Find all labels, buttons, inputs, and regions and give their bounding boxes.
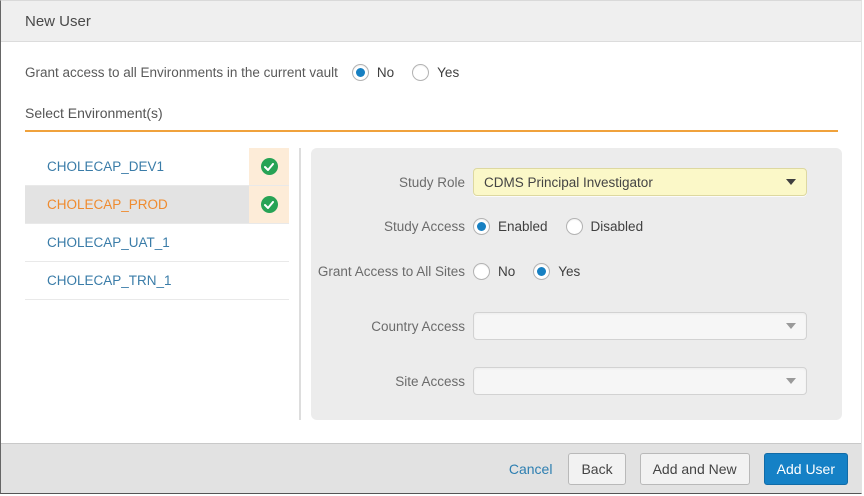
- chevron-down-icon: [786, 179, 796, 185]
- env-check-cell: [249, 224, 289, 261]
- env-check-cell: [249, 262, 289, 299]
- select-environments-heading: Select Environment(s): [25, 105, 838, 132]
- add-user-button[interactable]: Add User: [764, 453, 848, 485]
- study-role-row: Study Role CDMS Principal Investigator: [311, 168, 807, 196]
- study-access-option-disabled[interactable]: Disabled: [566, 218, 644, 235]
- radio-yes-label: Yes: [437, 65, 459, 80]
- env-item-label: CHOLECAP_TRN_1: [25, 262, 249, 299]
- dialog-footer: Cancel Back Add and New Add User: [1, 443, 861, 493]
- grant-all-sites-option-no[interactable]: No: [473, 263, 515, 280]
- grant-all-sites-row: Grant Access to All Sites No Yes: [311, 263, 807, 280]
- country-access-dropdown[interactable]: [473, 312, 807, 340]
- env-item-cholecap-trn-1[interactable]: CHOLECAP_TRN_1: [25, 262, 289, 300]
- env-item-label: CHOLECAP_DEV1: [25, 148, 249, 185]
- radio-enabled[interactable]: [473, 218, 490, 235]
- chevron-down-icon: [786, 378, 796, 384]
- study-access-option-enabled[interactable]: Enabled: [473, 218, 548, 235]
- radio-sites-yes[interactable]: [533, 263, 550, 280]
- back-button[interactable]: Back: [568, 453, 625, 485]
- grant-env-label: Grant access to all Environments in the …: [25, 65, 338, 80]
- environment-list: CHOLECAP_DEV1 CHOLECAP_PROD: [25, 148, 289, 420]
- env-item-label: CHOLECAP_PROD: [25, 186, 249, 223]
- env-item-cholecap-dev1[interactable]: CHOLECAP_DEV1: [25, 148, 289, 186]
- dialog-header: New User: [1, 1, 861, 42]
- vertical-divider: [299, 148, 301, 420]
- radio-sites-no[interactable]: [473, 263, 490, 280]
- environments-main: CHOLECAP_DEV1 CHOLECAP_PROD: [25, 148, 842, 420]
- check-circle-icon: [261, 158, 278, 175]
- env-check-cell: [249, 186, 289, 223]
- country-access-row: Country Access: [311, 312, 807, 340]
- environment-settings-panel: Study Role CDMS Principal Investigator S…: [311, 148, 842, 420]
- radio-disabled-label: Disabled: [591, 219, 644, 234]
- dialog-body: Grant access to all Environments in the …: [1, 42, 861, 443]
- radio-sites-yes-label: Yes: [558, 264, 580, 279]
- add-and-new-button[interactable]: Add and New: [640, 453, 750, 485]
- study-access-label: Study Access: [311, 219, 473, 234]
- new-user-dialog: New User Grant access to all Environment…: [0, 0, 862, 494]
- env-item-cholecap-prod[interactable]: CHOLECAP_PROD: [25, 186, 289, 224]
- page-title: New User: [25, 13, 91, 30]
- check-circle-icon: [261, 196, 278, 213]
- grant-env-row: Grant access to all Environments in the …: [25, 64, 837, 81]
- site-access-row: Site Access: [311, 367, 807, 395]
- radio-yes[interactable]: [412, 64, 429, 81]
- env-item-cholecap-uat-1[interactable]: CHOLECAP_UAT_1: [25, 224, 289, 262]
- radio-enabled-label: Enabled: [498, 219, 548, 234]
- chevron-down-icon: [786, 323, 796, 329]
- radio-disabled[interactable]: [566, 218, 583, 235]
- grant-env-option-no[interactable]: No: [352, 64, 394, 81]
- site-access-label: Site Access: [311, 374, 473, 389]
- study-role-dropdown[interactable]: CDMS Principal Investigator: [473, 168, 807, 196]
- grant-all-sites-radio-group: No Yes: [473, 263, 807, 280]
- study-access-radio-group: Enabled Disabled: [473, 218, 807, 235]
- grant-all-sites-option-yes[interactable]: Yes: [533, 263, 580, 280]
- grant-env-radio-group: No Yes: [352, 64, 477, 81]
- radio-no[interactable]: [352, 64, 369, 81]
- radio-sites-no-label: No: [498, 264, 515, 279]
- env-check-cell: [249, 148, 289, 185]
- grant-env-option-yes[interactable]: Yes: [412, 64, 459, 81]
- study-access-row: Study Access Enabled Disabled: [311, 218, 807, 235]
- study-role-value: CDMS Principal Investigator: [484, 175, 653, 190]
- country-access-label: Country Access: [311, 319, 473, 334]
- grant-all-sites-label: Grant Access to All Sites: [311, 264, 473, 279]
- cancel-link[interactable]: Cancel: [509, 461, 553, 477]
- study-role-label: Study Role: [311, 175, 473, 190]
- site-access-dropdown[interactable]: [473, 367, 807, 395]
- radio-no-label: No: [377, 65, 394, 80]
- env-item-label: CHOLECAP_UAT_1: [25, 224, 249, 261]
